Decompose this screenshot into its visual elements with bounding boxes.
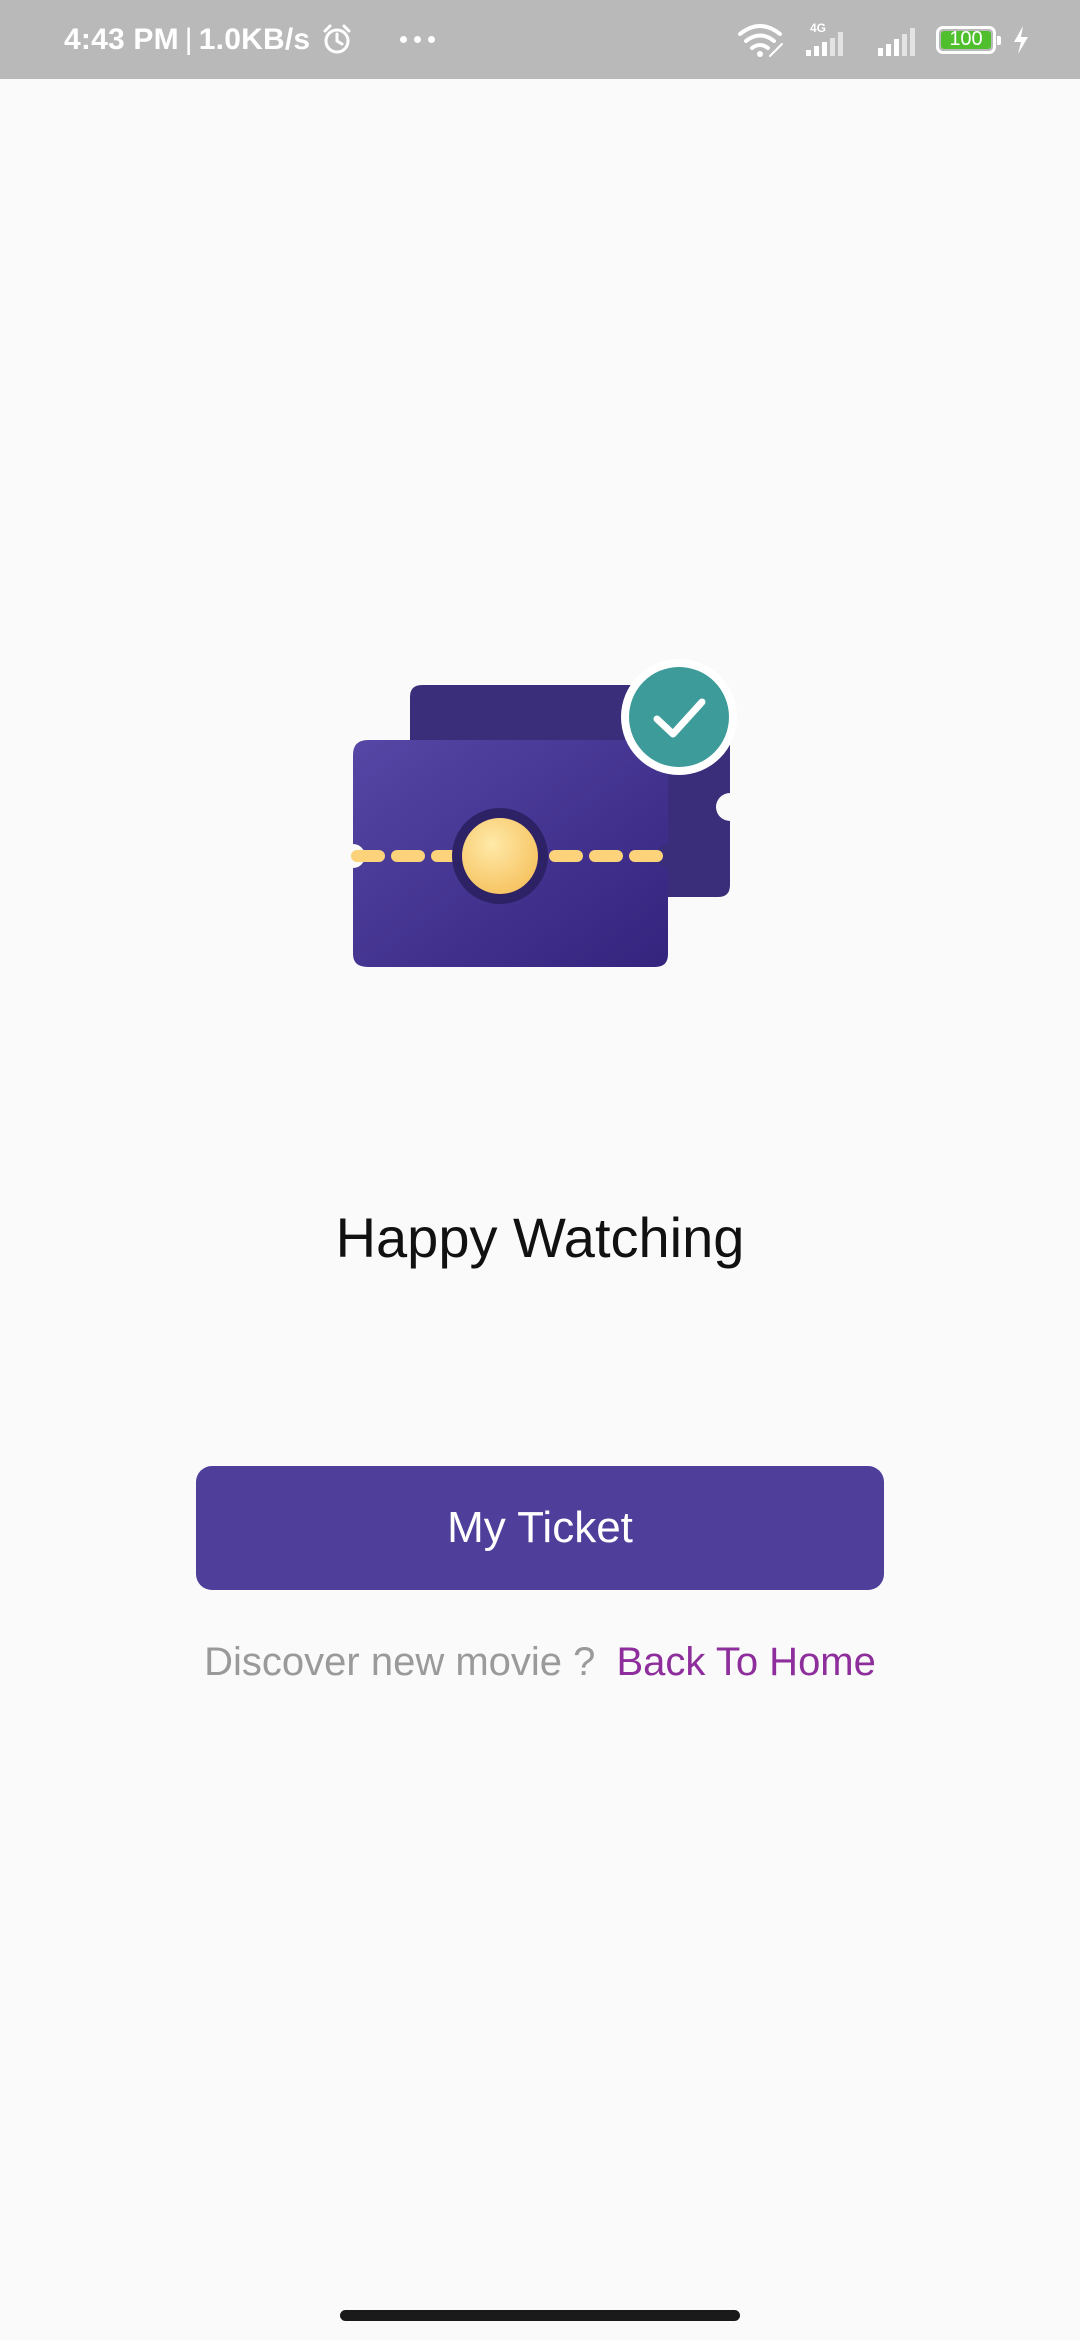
status-left: 4:43 PM | 1.0KB/s <box>64 0 436 79</box>
status-time: 4:43 PM <box>64 22 179 56</box>
status-separator: | <box>184 22 193 56</box>
alarm-icon <box>323 24 351 53</box>
battery-level: 100 <box>949 28 983 50</box>
footer-line: Discover new movie ? Back To Home <box>0 1640 1080 1685</box>
status-right: 4G 100 <box>736 0 1030 79</box>
my-ticket-button[interactable]: My Ticket <box>196 1466 884 1590</box>
check-badge-icon <box>621 659 737 775</box>
signal-icon: 4G <box>806 21 843 56</box>
back-to-home-link[interactable]: Back To Home <box>617 1640 876 1684</box>
ticket-icon <box>351 659 737 967</box>
charging-icon <box>1014 25 1028 54</box>
discover-prompt: Discover new movie ? <box>204 1640 596 1684</box>
status-bar: 4:43 PM | 1.0KB/s 4G 100 <box>0 0 1080 79</box>
home-indicator[interactable] <box>340 2310 740 2321</box>
wifi-icon <box>738 23 783 57</box>
network-type: 4G <box>810 21 826 35</box>
signal-icon <box>878 27 915 56</box>
page-title: Happy Watching <box>335 1206 745 1269</box>
more-icon <box>400 36 436 43</box>
battery-icon: 100 <box>936 25 1001 54</box>
network-speed: 1.0KB/s <box>198 22 311 56</box>
